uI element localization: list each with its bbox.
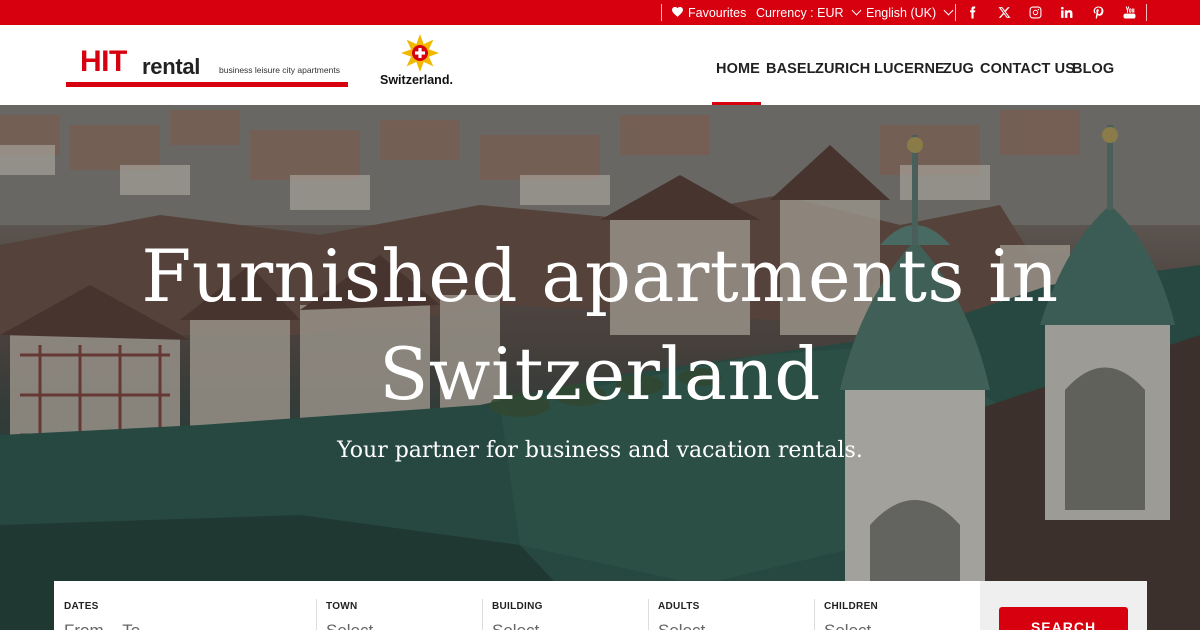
- language-dropdown[interactable]: English (UK): [866, 0, 954, 25]
- town-label: TOWN: [326, 601, 358, 612]
- building-value: Select: [492, 621, 539, 630]
- divider: [1146, 4, 1147, 21]
- dates-label: DATES: [64, 601, 99, 612]
- chevron-down-icon: [943, 5, 954, 16]
- hero-banner: Furnished apartments in Switzerland Your…: [0, 105, 1200, 630]
- nav-item-blog[interactable]: BLOG: [1072, 61, 1114, 77]
- nav-item-zug[interactable]: ZUG: [943, 61, 974, 77]
- search-button[interactable]: SEARCH: [999, 607, 1128, 630]
- youtube-icon[interactable]: [1118, 0, 1140, 25]
- divider: [955, 4, 956, 21]
- logo-hit-text: HIT: [80, 45, 127, 78]
- nav-item-contact-us[interactable]: CONTACT US: [980, 61, 1075, 77]
- logo-rental-text: rental: [142, 54, 201, 79]
- logo-tagline: business leisure city apartments: [219, 65, 340, 75]
- hero-title-line1: Furnished apartments in: [141, 234, 1059, 318]
- linkedin-icon[interactable]: [1055, 0, 1077, 25]
- language-label: English (UK): [866, 5, 937, 20]
- adults-value: Select: [658, 621, 705, 630]
- building-select[interactable]: BUILDING Select: [483, 581, 648, 630]
- dates-value: From – To: [64, 621, 140, 630]
- facebook-icon[interactable]: [961, 0, 983, 25]
- heart-icon: [672, 0, 683, 26]
- pinterest-icon[interactable]: [1087, 0, 1109, 25]
- adults-label: ADULTS: [658, 601, 700, 612]
- children-select[interactable]: CHILDREN Select: [815, 581, 980, 630]
- hero-subtitle: Your partner for business and vacation r…: [337, 438, 863, 463]
- swiss-flower-icon: [401, 34, 439, 72]
- nav-item-lucerne[interactable]: LUCERNE: [874, 61, 945, 77]
- favourites-link[interactable]: Favourites: [672, 0, 746, 25]
- switzerland-tourism-logo[interactable]: Switzerland.: [380, 33, 464, 89]
- switzerland-logo-text: Switzerland.: [380, 73, 453, 87]
- hero-title-line2: Switzerland: [379, 332, 821, 416]
- hitrental-logo[interactable]: HIT rental business leisure city apartme…: [66, 45, 350, 91]
- site-header: HIT rental business leisure city apartme…: [0, 25, 1200, 106]
- town-select[interactable]: TOWN Select: [317, 581, 482, 630]
- currency-label: Currency : EUR: [756, 5, 844, 20]
- dates-field[interactable]: DATES From – To: [54, 581, 316, 630]
- divider: [661, 4, 662, 21]
- instagram-icon[interactable]: [1024, 0, 1046, 25]
- x-twitter-icon[interactable]: [993, 0, 1015, 25]
- town-value: Select: [326, 621, 373, 630]
- chevron-down-icon: [851, 5, 861, 16]
- favourites-label: Favourites: [688, 5, 747, 20]
- children-value: Select: [824, 621, 871, 630]
- adults-select[interactable]: ADULTS Select: [649, 581, 814, 630]
- children-label: CHILDREN: [824, 601, 879, 612]
- nav-item-basel[interactable]: BASEL: [766, 61, 816, 77]
- hero-title: Furnished apartments in Switzerland: [0, 227, 1200, 423]
- top-bar: Favourites Currency : EUR English (UK): [0, 0, 1200, 25]
- logo-underline: [66, 82, 348, 87]
- building-label: BUILDING: [492, 601, 543, 612]
- booking-search-form: DATES From – To TOWN Select BUILDING Sel…: [54, 581, 1147, 630]
- nav-item-zurich[interactable]: ZURICH: [815, 61, 870, 77]
- currency-dropdown[interactable]: Currency : EUR: [756, 0, 861, 25]
- nav-item-home[interactable]: HOME: [716, 61, 760, 77]
